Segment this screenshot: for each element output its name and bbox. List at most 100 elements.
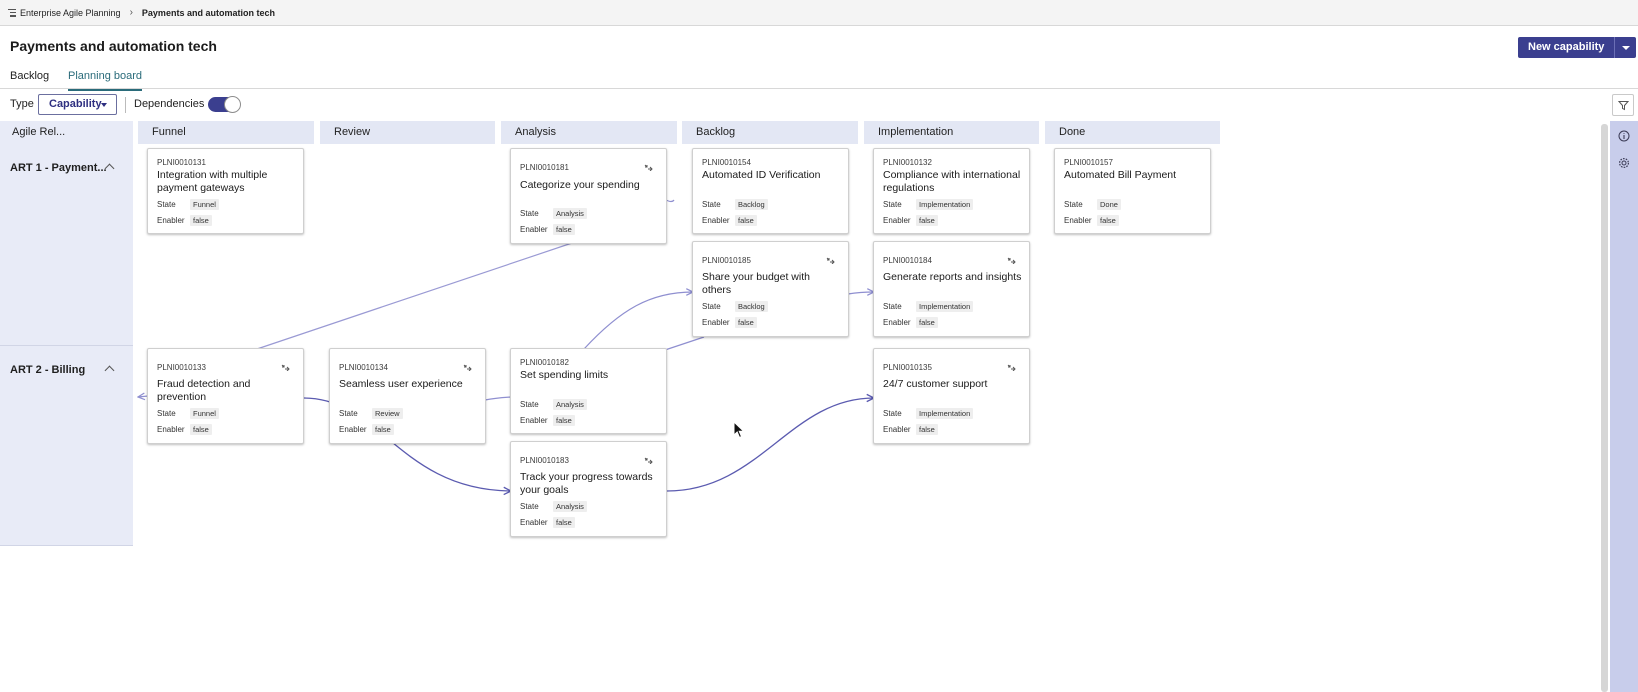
enabler-value: false <box>735 317 757 328</box>
card-title: Generate reports and insights <box>883 271 1022 283</box>
field-label: Enabler <box>157 425 185 434</box>
card-title: Fraud detection and prevention <box>157 378 251 403</box>
card-title: Set spending limits <box>520 369 609 381</box>
field-label: State <box>883 302 902 311</box>
card-id: PLNI0010181 <box>520 163 569 172</box>
capability-card[interactable]: PLNI0010182 Set spending limits State Ana… <box>510 348 667 434</box>
card-state-row: State Analysis <box>520 399 587 410</box>
capability-card[interactable]: PLNI0010134 Seamless user experience Sta… <box>329 348 486 444</box>
card-id: PLNI0010134 <box>339 363 388 372</box>
state-badge: Analysis <box>553 501 587 512</box>
field-label: Enabler <box>520 225 548 234</box>
capability-card[interactable]: PLNI0010135 24/7 customer support State I… <box>873 348 1030 444</box>
card-enabler-row: Enabler false <box>702 215 757 226</box>
field-label: State <box>702 302 721 311</box>
card-enabler-row: Enabler false <box>883 424 938 435</box>
card-id: PLNI0010133 <box>157 363 206 372</box>
state-badge: Implementation <box>916 301 974 312</box>
card-title: Share your budget with others <box>702 271 810 296</box>
capability-card[interactable]: PLNI0010154 Automated ID Verification St… <box>692 148 849 234</box>
capability-card[interactable]: PLNI0010157 Automated Bill Payment State… <box>1054 148 1211 234</box>
card-state-row: State Implementation <box>883 301 974 312</box>
dependency-line <box>664 336 705 351</box>
capability-card[interactable]: PLNI0010133 Fraud detection and preventi… <box>147 348 304 444</box>
card-id: PLNI0010154 <box>702 158 751 167</box>
card-state-row: State Funnel <box>157 199 219 210</box>
info-icon[interactable] <box>1618 130 1630 142</box>
state-badge: Funnel <box>190 199 219 210</box>
card-enabler-row: Enabler false <box>520 415 575 426</box>
state-badge: Backlog <box>735 301 768 312</box>
card-id: PLNI0010157 <box>1064 158 1113 167</box>
card-enabler-row: Enabler false <box>883 317 938 328</box>
field-label: State <box>883 200 902 209</box>
card-id: PLNI0010185 <box>702 256 751 265</box>
card-id: PLNI0010135 <box>883 363 932 372</box>
dependency-link-icon[interactable] <box>463 364 472 371</box>
enabler-value: false <box>916 317 938 328</box>
field-label: State <box>520 209 539 218</box>
dependency-line <box>665 199 675 203</box>
card-id: PLNI0010131 <box>157 158 206 167</box>
field-label: Enabler <box>883 425 911 434</box>
dependency-link-icon[interactable] <box>826 257 835 264</box>
dependency-lines <box>0 199 1638 692</box>
card-state-row: State Backlog <box>702 199 768 210</box>
capability-card[interactable]: PLNI0010131 Integration with multiple pa… <box>147 148 304 234</box>
card-state-row: State Analysis <box>520 208 587 219</box>
gear-icon[interactable] <box>1618 157 1630 169</box>
card-enabler-row: Enabler false <box>339 424 394 435</box>
state-badge: Implementation <box>916 408 974 419</box>
dependency-line <box>256 242 573 350</box>
capability-card[interactable]: PLNI0010185 Share your budget with other… <box>692 241 849 337</box>
field-label: Enabler <box>157 216 185 225</box>
side-panel-rail <box>1610 121 1638 692</box>
dependency-line <box>666 398 874 492</box>
enabler-value: false <box>190 424 212 435</box>
card-state-row: State Done <box>1064 199 1121 210</box>
card-id: PLNI0010132 <box>883 158 932 167</box>
vertical-scrollbar[interactable] <box>1601 124 1608 692</box>
field-label: State <box>339 409 358 418</box>
capability-card[interactable]: PLNI0010184 Generate reports and insight… <box>873 241 1030 337</box>
enabler-value: false <box>553 415 575 426</box>
capability-card[interactable]: PLNI0010132 Compliance with internationa… <box>873 148 1030 234</box>
state-badge: Review <box>372 408 403 419</box>
dependency-link-icon[interactable] <box>1007 257 1016 264</box>
card-state-row: State Implementation <box>883 408 974 419</box>
dependency-link-icon[interactable] <box>644 164 653 171</box>
card-enabler-row: Enabler false <box>883 215 938 226</box>
enabler-value: false <box>735 215 757 226</box>
enabler-value: false <box>190 215 212 226</box>
field-label: State <box>157 409 176 418</box>
field-label: State <box>883 409 902 418</box>
enabler-value: false <box>553 224 575 235</box>
field-label: Enabler <box>339 425 367 434</box>
state-badge: Funnel <box>190 408 219 419</box>
card-enabler-row: Enabler false <box>157 215 212 226</box>
card-title: Track your progress towards your goals <box>520 471 653 496</box>
card-title: 24/7 customer support <box>883 378 988 390</box>
enabler-value: false <box>916 215 938 226</box>
card-title: Seamless user experience <box>339 378 463 390</box>
field-label: State <box>702 200 721 209</box>
state-badge: Analysis <box>553 208 587 219</box>
field-label: Enabler <box>883 216 911 225</box>
field-label: Enabler <box>702 318 730 327</box>
card-id: PLNI0010183 <box>520 456 569 465</box>
card-title: Automated ID Verification <box>702 169 821 181</box>
dependency-line <box>583 292 693 350</box>
dependency-link-icon[interactable] <box>281 364 290 371</box>
card-state-row: State Funnel <box>157 408 219 419</box>
card-state-row: State Review <box>339 408 403 419</box>
field-label: State <box>520 502 539 511</box>
capability-card[interactable]: PLNI0010181 Categorize your spending Sta… <box>510 148 667 244</box>
dependency-link-icon[interactable] <box>1007 364 1016 371</box>
card-id: PLNI0010182 <box>520 358 569 367</box>
card-title: Integration with multiple payment gatewa… <box>157 169 268 194</box>
card-enabler-row: Enabler false <box>520 517 575 528</box>
field-label: Enabler <box>520 518 548 527</box>
capability-card[interactable]: PLNI0010183 Track your progress towards … <box>510 441 667 537</box>
mouse-cursor-icon <box>733 421 745 439</box>
dependency-link-icon[interactable] <box>644 457 653 464</box>
